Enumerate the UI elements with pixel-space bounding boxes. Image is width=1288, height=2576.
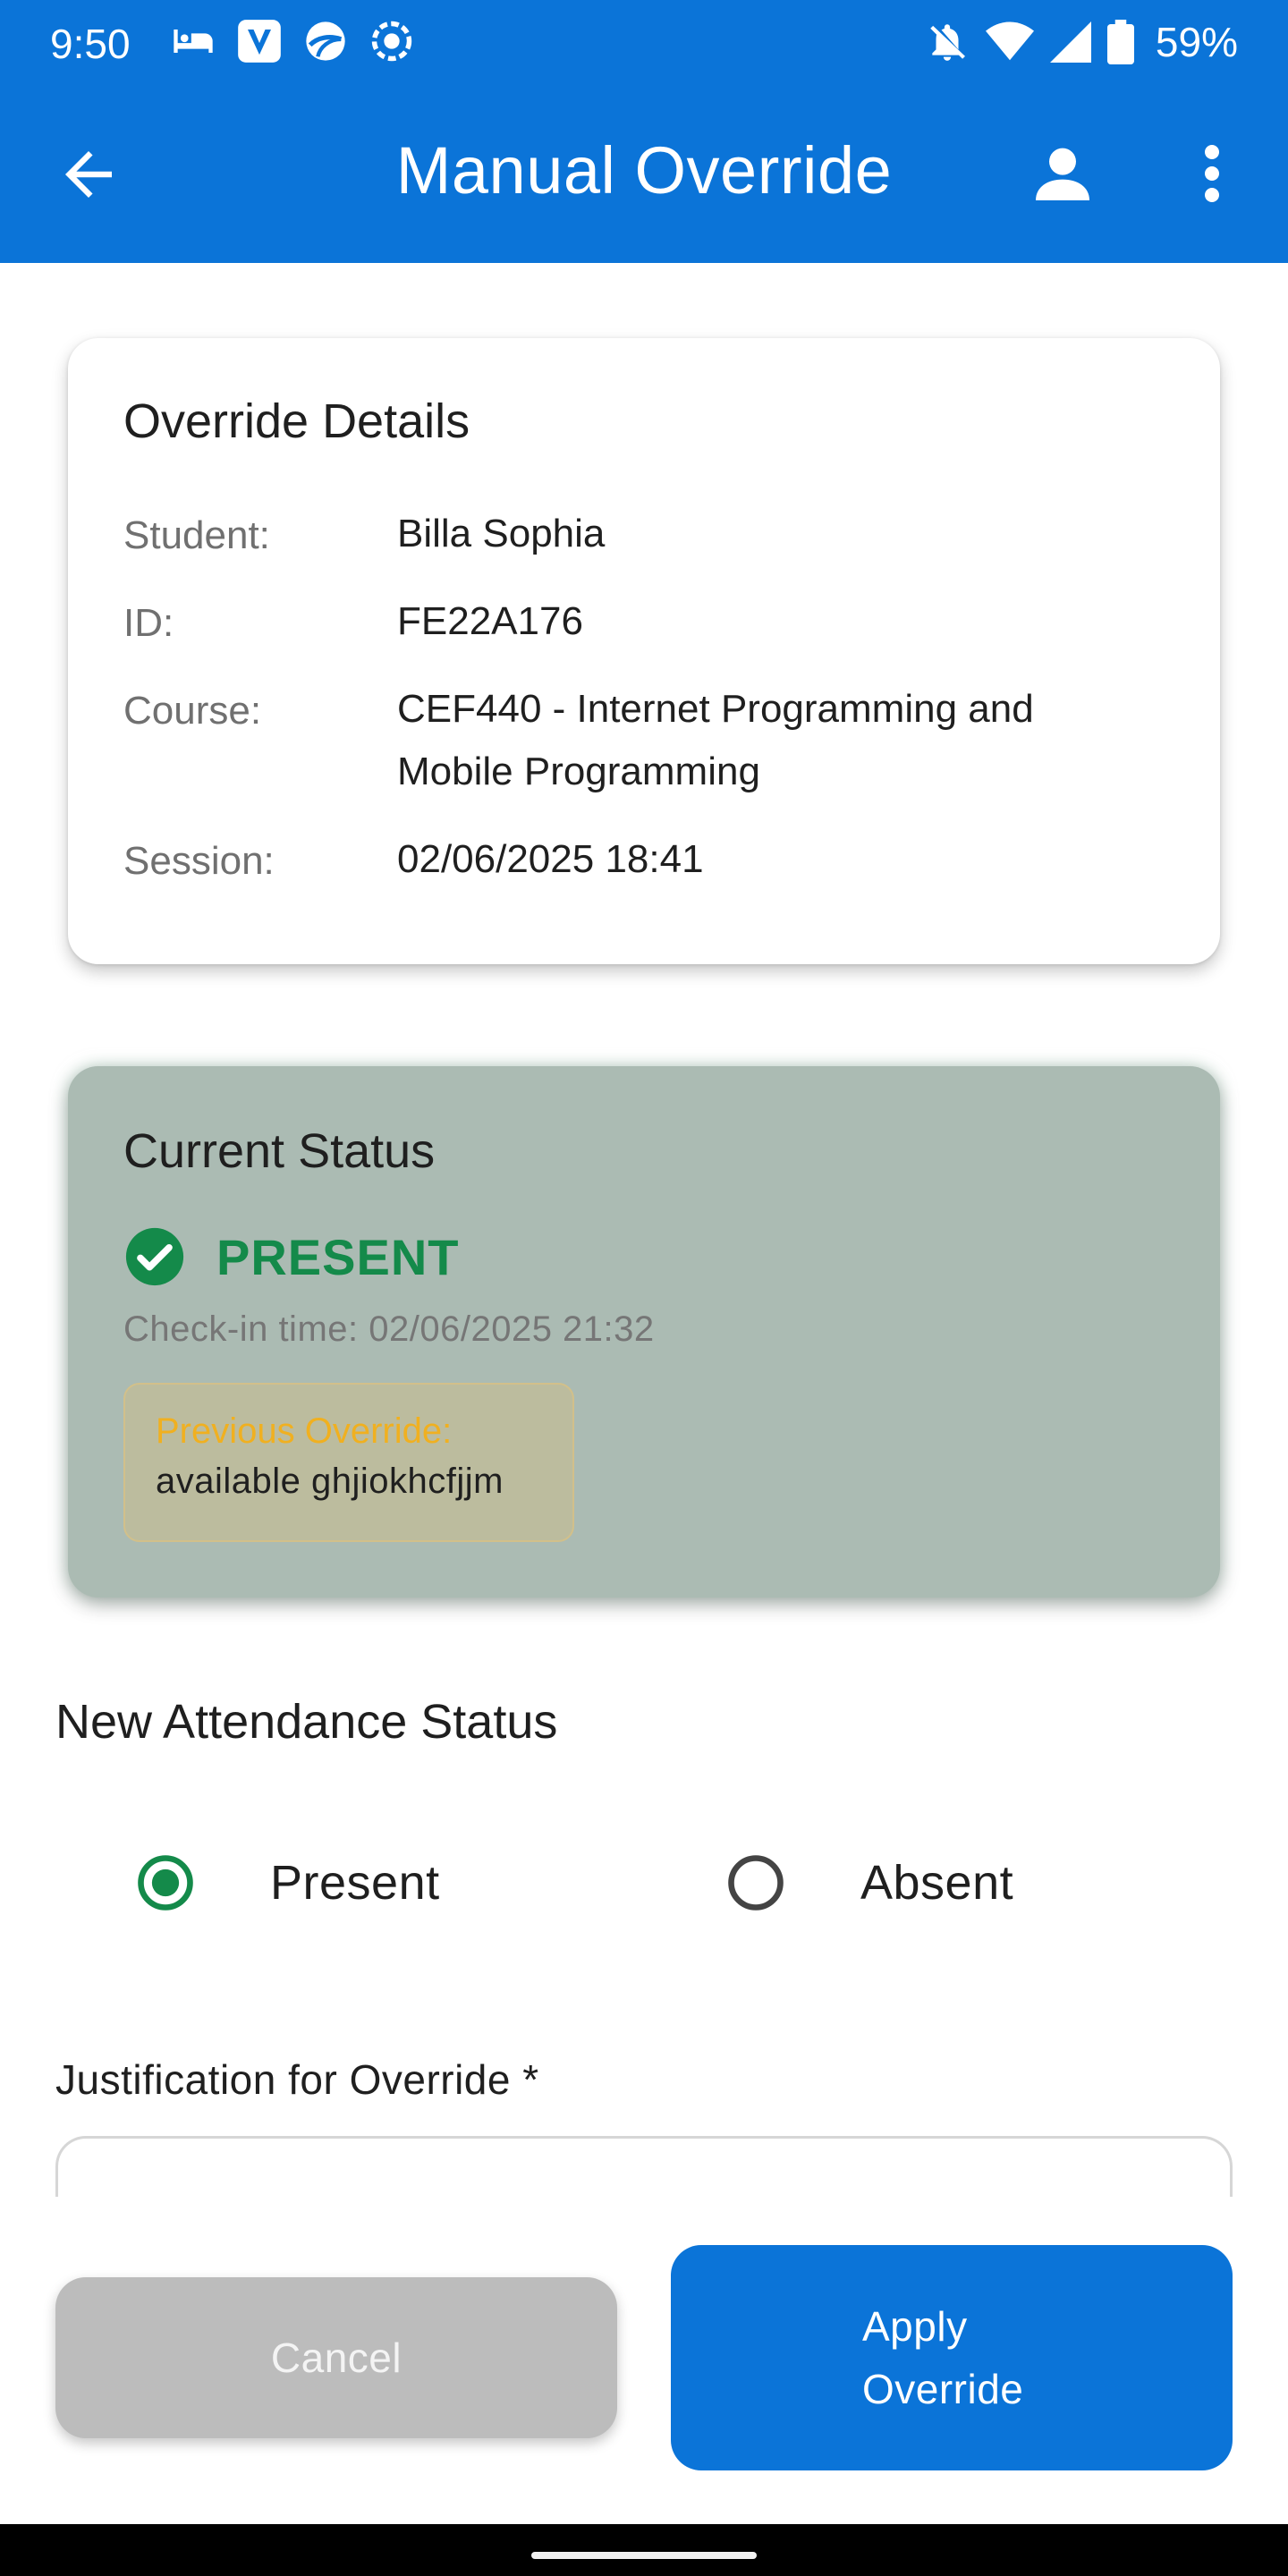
checkin-time: Check-in time: 02/06/2025 21:32 [123, 1309, 655, 1349]
radio-absent[interactable]: Absent [726, 1853, 1013, 1912]
home-handle[interactable] [531, 2552, 757, 2559]
details-title: Override Details [123, 394, 470, 448]
justification-label: Justification for Override * [55, 2056, 539, 2103]
id-value: FE22A176 [397, 599, 583, 643]
student-label: Student: [123, 513, 270, 557]
record-icon [371, 21, 412, 62]
more-vert-icon[interactable] [1190, 138, 1234, 209]
course-value-line1: CEF440 - Internet Programming and [397, 687, 1034, 731]
bell-off-icon [930, 24, 965, 61]
wifi-icon [985, 21, 1034, 61]
new-status-title: New Attendance Status [55, 1695, 558, 1749]
person-icon[interactable] [1027, 138, 1098, 209]
ball-icon [306, 21, 345, 61]
override-details-card: Override Details Student: Billa Sophia I… [68, 338, 1220, 964]
status-time: 9:50 [50, 21, 131, 67]
radio-absent-label[interactable]: Absent [860, 1855, 1013, 1911]
notification-icons [170, 18, 415, 64]
system-nav-bar [0, 2524, 1288, 2576]
previous-override-label: Previous Override: [156, 1411, 453, 1451]
current-status-title: Current Status [123, 1124, 436, 1178]
course-value-line2: Mobile Programming [397, 750, 760, 793]
check-circle-icon [125, 1227, 184, 1286]
apply-label-line1: Apply [862, 2303, 968, 2350]
app-bar: Manual Override [0, 86, 1288, 263]
course-label: Course: [123, 689, 262, 733]
previous-override-value: available ghjiokhcfjjm [156, 1462, 504, 1501]
session-value: 02/06/2025 18:41 [397, 837, 704, 881]
battery-percent: 59% [1155, 19, 1238, 65]
previous-override-box: Previous Override: available ghjiokhcfjj… [123, 1383, 574, 1542]
status-badge: PRESENT [216, 1228, 460, 1285]
student-value: Billa Sophia [397, 512, 606, 555]
apply-label-line2: Override [862, 2366, 1024, 2412]
radio-checked-icon[interactable] [136, 1853, 195, 1912]
bed-icon [174, 30, 213, 53]
session-label: Session: [123, 839, 275, 883]
system-icons: 59% [925, 18, 1238, 66]
apply-override-button[interactable]: Apply Override [671, 2245, 1233, 2470]
v-app-icon [238, 20, 281, 63]
battery-icon [1106, 20, 1134, 64]
radio-unchecked-icon[interactable] [726, 1853, 785, 1912]
radio-present-label[interactable]: Present [270, 1855, 440, 1911]
current-status-card: Current Status PRESENT Check-in time: 02… [68, 1066, 1220, 1597]
id-label: ID: [123, 601, 174, 645]
radio-present[interactable]: Present [136, 1853, 440, 1912]
status-row: PRESENT [123, 1225, 460, 1288]
status-bar: 9:50 59% [0, 0, 1288, 86]
signal-icon [1049, 21, 1091, 63]
cancel-button[interactable]: Cancel [55, 2277, 617, 2438]
